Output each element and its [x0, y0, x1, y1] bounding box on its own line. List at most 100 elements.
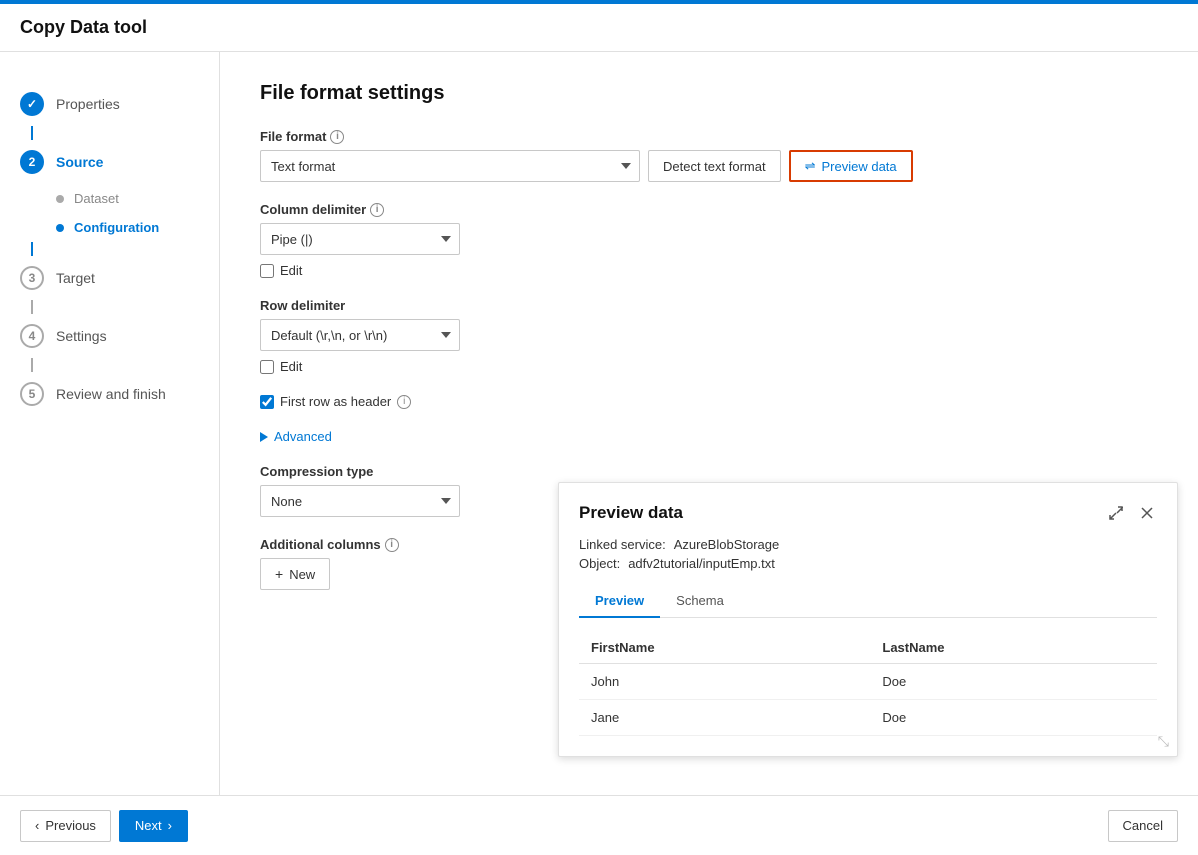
object-key: Object: [579, 556, 620, 571]
sidebar-item-source[interactable]: 2 Source [0, 140, 219, 184]
sidebar-badge-source: 2 [20, 150, 44, 174]
object-row: Object: adfv2tutorial/inputEmp.txt [579, 556, 1157, 571]
file-format-label: File format i [260, 129, 1158, 144]
table-row: John Doe [579, 664, 1157, 700]
first-row-header-group: First row as header i [260, 394, 1158, 409]
preview-table-body: John Doe Jane Doe [579, 664, 1157, 736]
panel-actions [1105, 504, 1157, 522]
preview-data-panel: Preview data Linked se [558, 482, 1178, 757]
linked-service-key: Linked service: [579, 537, 666, 552]
first-row-header-row: First row as header i [260, 394, 1158, 409]
linked-service-value: AzureBlobStorage [674, 537, 780, 552]
table-row: Jane Doe [579, 700, 1157, 736]
sidebar-badge-settings: 4 [20, 324, 44, 348]
expand-icon [1109, 506, 1123, 520]
sidebar-label-properties: Properties [56, 96, 120, 112]
preview-panel-title: Preview data [579, 503, 683, 523]
preview-table: FirstName LastName John Doe Jane Doe [579, 632, 1157, 736]
sidebar-badge-target: 3 [20, 266, 44, 290]
connector-2 [31, 242, 33, 256]
row-delimiter-edit-row: Edit [260, 359, 1158, 374]
column-delimiter-label: Column delimiter i [260, 202, 1158, 217]
close-icon [1141, 507, 1153, 519]
sidebar-badge-properties: ✓ [20, 92, 44, 116]
file-format-select[interactable]: Text format Binary format JSON format Pa… [260, 150, 640, 182]
sidebar-subitem-label-dataset: Dataset [74, 191, 119, 206]
sidebar-subitem-configuration[interactable]: Configuration [0, 213, 219, 242]
footer-left: ‹ Previous Next › [20, 810, 188, 842]
sidebar-badge-review: 5 [20, 382, 44, 406]
content-area: File format settings File format i Text … [220, 52, 1198, 795]
row-delimiter-label: Row delimiter [260, 298, 1158, 313]
row-delimiter-edit-label: Edit [280, 359, 302, 374]
column-delimiter-edit-label: Edit [280, 263, 302, 278]
preview-meta: Linked service: AzureBlobStorage Object:… [579, 537, 1157, 571]
sidebar-label-source: Source [56, 154, 103, 170]
column-delimiter-group: Column delimiter i Pipe (|) Comma (,) Ta… [260, 202, 1158, 278]
column-delimiter-edit-row: Edit [260, 263, 1158, 278]
tab-preview[interactable]: Preview [579, 585, 660, 618]
footer: ‹ Previous Next › Cancel [0, 795, 1198, 855]
sidebar: ✓ Properties 2 Source Dataset Configurat… [0, 52, 220, 795]
row-delimiter-select[interactable]: Default (\r,\n, or \r\n) \r\n \n \r [260, 319, 460, 351]
panel-expand-button[interactable] [1105, 504, 1127, 522]
advanced-group: Advanced [260, 429, 1158, 444]
sidebar-subitem-label-configuration: Configuration [74, 220, 159, 235]
main-layout: ✓ Properties 2 Source Dataset Configurat… [0, 52, 1198, 795]
additional-columns-info-icon[interactable]: i [385, 538, 399, 552]
previous-chevron-icon: ‹ [35, 818, 39, 833]
cell-firstname-1: John [579, 664, 870, 700]
next-chevron-icon: › [168, 818, 172, 833]
cell-lastname-2: Doe [870, 700, 1157, 736]
plus-icon: + [275, 566, 283, 582]
preview-table-header-row: FirstName LastName [579, 632, 1157, 664]
col-header-firstname: FirstName [579, 632, 870, 664]
sidebar-item-properties[interactable]: ✓ Properties [0, 82, 219, 126]
cell-lastname-1: Doe [870, 664, 1157, 700]
panel-close-button[interactable] [1137, 505, 1157, 521]
first-row-header-checkbox[interactable] [260, 395, 274, 409]
compression-type-label: Compression type [260, 464, 1158, 479]
row-delimiter-group: Row delimiter Default (\r,\n, or \r\n) \… [260, 298, 1158, 374]
sidebar-item-settings[interactable]: 4 Settings [0, 314, 219, 358]
sidebar-label-review: Review and finish [56, 386, 166, 402]
compression-type-select[interactable]: None gzip bzip2 deflate [260, 485, 460, 517]
previous-button[interactable]: ‹ Previous [20, 810, 111, 842]
sidebar-label-settings: Settings [56, 328, 107, 344]
file-format-group: File format i Text format Binary format … [260, 129, 1158, 182]
linked-service-row: Linked service: AzureBlobStorage [579, 537, 1157, 552]
connector-3 [31, 300, 33, 314]
detect-text-format-button[interactable]: Detect text format [648, 150, 781, 182]
column-delimiter-info-icon[interactable]: i [370, 203, 384, 217]
cell-firstname-2: Jane [579, 700, 870, 736]
advanced-arrow-icon [260, 432, 268, 442]
next-button[interactable]: Next › [119, 810, 188, 842]
sidebar-item-review[interactable]: 5 Review and finish [0, 372, 219, 416]
file-format-info-icon[interactable]: i [330, 130, 344, 144]
preview-data-icon: ⇌ [805, 158, 816, 174]
preview-panel-header: Preview data [579, 503, 1157, 523]
app-title: Copy Data tool [20, 17, 147, 38]
preview-data-button[interactable]: ⇌ Preview data [789, 150, 913, 182]
first-row-header-label: First row as header [280, 394, 391, 409]
top-bar: Copy Data tool [0, 4, 1198, 52]
first-row-header-info-icon[interactable]: i [397, 395, 411, 409]
sidebar-subitem-dataset[interactable]: Dataset [0, 184, 219, 213]
preview-table-head: FirstName LastName [579, 632, 1157, 664]
resize-handle[interactable]: ⤡ [1158, 733, 1169, 750]
row-delimiter-edit-checkbox[interactable] [260, 360, 274, 374]
preview-tabs: Preview Schema [579, 585, 1157, 618]
object-value: adfv2tutorial/inputEmp.txt [628, 556, 775, 571]
connector-4 [31, 358, 33, 372]
column-delimiter-edit-checkbox[interactable] [260, 264, 274, 278]
page-title: File format settings [260, 82, 1158, 105]
additional-columns-new-button[interactable]: + New [260, 558, 330, 590]
sidebar-label-target: Target [56, 270, 95, 286]
sidebar-item-target[interactable]: 3 Target [0, 256, 219, 300]
cancel-button[interactable]: Cancel [1108, 810, 1178, 842]
advanced-toggle[interactable]: Advanced [260, 429, 1158, 444]
file-format-input-row: Text format Binary format JSON format Pa… [260, 150, 1158, 182]
column-delimiter-select[interactable]: Pipe (|) Comma (,) Tab (\t) Semicolon (;… [260, 223, 460, 255]
col-header-lastname: LastName [870, 632, 1157, 664]
tab-schema[interactable]: Schema [660, 585, 740, 618]
